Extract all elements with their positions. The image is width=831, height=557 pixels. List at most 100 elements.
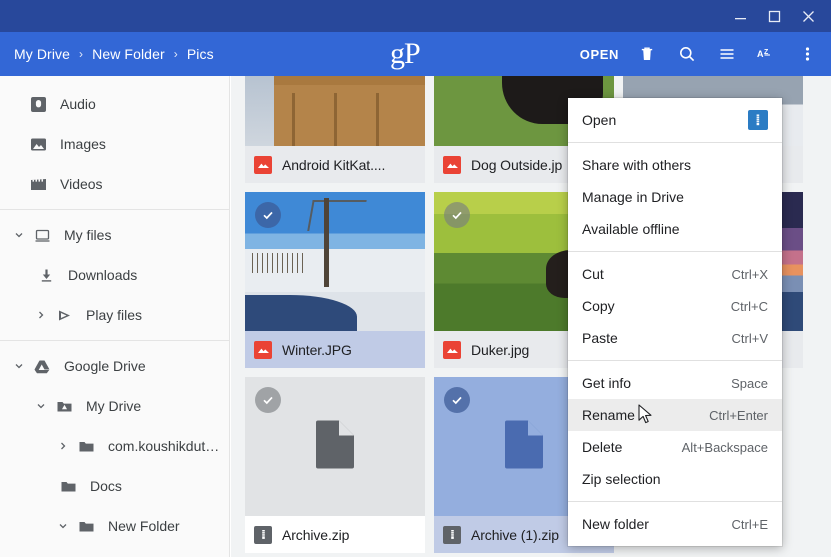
zip-icon	[748, 110, 768, 130]
sidebar-item-com-koushikdutt[interactable]: com.koushikdutt…	[0, 426, 229, 466]
menu-item-copy[interactable]: Copy Ctrl+C	[568, 290, 782, 322]
sidebar-item-downloads[interactable]: Downloads	[0, 255, 229, 295]
sidebar-item-my-drive[interactable]: My Drive	[0, 386, 229, 426]
trash-icon[interactable]	[627, 32, 667, 76]
file-name: Dog Outside.jp	[471, 156, 563, 173]
selection-check-icon[interactable]	[444, 387, 470, 413]
file-name: Duker.jpg	[471, 341, 530, 358]
menu-item-shortcut: Ctrl+V	[731, 330, 768, 346]
sidebar-item-label: Audio	[60, 96, 96, 112]
file-label: Winter.JPG	[245, 331, 425, 368]
file-card[interactable]: Winter.JPG	[245, 192, 425, 368]
play-icon	[52, 308, 76, 323]
breadcrumb: My Drive › New Folder › Pics	[0, 46, 214, 62]
menu-item-rename[interactable]: Rename Ctrl+Enter	[568, 399, 782, 431]
menu-item-label: Delete	[582, 439, 623, 455]
file-thumbnail[interactable]	[245, 377, 425, 516]
file-name: Archive (1).zip	[471, 526, 559, 543]
sidebar-item-label: My files	[64, 227, 112, 243]
menu-item-label: Available offline	[582, 221, 680, 237]
sidebar-item-label: New Folder	[108, 518, 180, 534]
maximize-icon[interactable]	[757, 0, 791, 32]
chevron-down-icon[interactable]	[52, 521, 74, 531]
menu-item-shortcut: Space	[731, 375, 768, 391]
sidebar-divider	[0, 340, 229, 341]
sidebar-item-label: My Drive	[86, 398, 142, 414]
file-card[interactable]: Android KitKat....	[245, 76, 425, 183]
sidebar-item-play-files[interactable]: Play files	[0, 295, 229, 335]
download-icon	[34, 268, 58, 283]
file-label: Archive.zip	[245, 516, 425, 553]
menu-item-open[interactable]: Open	[568, 104, 782, 136]
sidebar-item-pics[interactable]: Pics	[0, 546, 229, 557]
menu-item-shortcut: Ctrl+Enter	[709, 407, 768, 423]
menu-item-label: Zip selection	[582, 471, 661, 487]
menu-item-label: Get info	[582, 375, 632, 391]
sidebar-item-google-drive[interactable]: Google Drive	[0, 346, 229, 386]
sidebar-item-label: com.koushikdutt…	[108, 438, 220, 454]
menu-item-get-info[interactable]: Get info Space	[568, 367, 782, 399]
header-toolbar: OPEN A Z	[572, 32, 827, 76]
menu-item-shortcut: Ctrl+E	[731, 516, 768, 532]
list-view-icon[interactable]	[707, 32, 747, 76]
image-icon	[26, 137, 50, 152]
chevron-down-icon[interactable]	[8, 361, 30, 371]
folder-icon	[74, 519, 98, 534]
sidebar-item-my-files[interactable]: My files	[0, 215, 229, 255]
file-name: Winter.JPG	[282, 341, 352, 358]
menu-divider	[568, 142, 782, 143]
menu-item-label: Paste	[582, 330, 618, 346]
menu-item-label: Rename	[582, 407, 635, 423]
selection-check-icon[interactable]	[444, 202, 470, 228]
chevron-down-icon[interactable]	[8, 230, 30, 240]
open-button[interactable]: OPEN	[572, 32, 627, 76]
search-icon[interactable]	[667, 32, 707, 76]
menu-item-delete[interactable]: Delete Alt+Backspace	[568, 431, 782, 463]
menu-item-label: Share with others	[582, 157, 691, 173]
sidebar-item-images[interactable]: Images	[0, 124, 229, 164]
image-file-icon	[443, 340, 461, 359]
app-header: My Drive › New Folder › Pics gP OPEN A Z	[0, 32, 831, 76]
sidebar-item-new-folder[interactable]: New Folder	[0, 506, 229, 546]
image-file-icon	[254, 155, 272, 174]
file-thumbnail[interactable]	[245, 76, 425, 146]
menu-item-label: Open	[582, 112, 617, 128]
sidebar: Audio Images Videos My files Downloads P…	[0, 76, 230, 557]
file-card[interactable]: Archive.zip	[245, 377, 425, 553]
close-icon[interactable]	[791, 0, 825, 32]
selection-check-icon[interactable]	[255, 202, 281, 228]
chevron-down-icon[interactable]	[30, 401, 52, 411]
menu-item-label: Cut	[582, 266, 604, 282]
menu-item-shortcut: Alt+Backspace	[681, 439, 768, 455]
menu-item-paste[interactable]: Paste Ctrl+V	[568, 322, 782, 354]
menu-item-shortcut: Ctrl+C	[730, 298, 768, 314]
folder-icon	[56, 479, 80, 494]
menu-item-manage-in-drive[interactable]: Manage in Drive	[568, 181, 782, 213]
menu-item-available-offline[interactable]: Available offline	[568, 213, 782, 245]
breadcrumb-item-2[interactable]: Pics	[187, 46, 214, 62]
breadcrumb-item-0[interactable]: My Drive	[14, 46, 70, 62]
vertical-dots-icon[interactable]	[787, 32, 827, 76]
sort-az-icon[interactable]: A Z	[747, 32, 787, 76]
generic-document-icon	[505, 420, 543, 473]
sidebar-item-label: Downloads	[68, 267, 138, 283]
minimize-icon[interactable]	[723, 0, 757, 32]
menu-item-new-folder[interactable]: New folder Ctrl+E	[568, 508, 782, 540]
breadcrumb-item-1[interactable]: New Folder	[92, 46, 165, 62]
sidebar-item-videos[interactable]: Videos	[0, 164, 229, 204]
sidebar-item-docs[interactable]: Docs	[0, 466, 229, 506]
menu-item-cut[interactable]: Cut Ctrl+X	[568, 258, 782, 290]
menu-item-zip-selection[interactable]: Zip selection	[568, 463, 782, 495]
menu-divider	[568, 501, 782, 502]
menu-divider	[568, 251, 782, 252]
file-label: Android KitKat....	[245, 146, 425, 183]
chevron-right-icon[interactable]	[52, 441, 74, 451]
menu-item-share-with-others[interactable]: Share with others	[568, 149, 782, 181]
chevron-right-icon[interactable]	[30, 310, 52, 320]
sidebar-item-audio[interactable]: Audio	[0, 84, 229, 124]
file-thumbnail[interactable]	[245, 192, 425, 331]
sidebar-item-label: Videos	[60, 176, 103, 192]
selection-check-icon[interactable]	[255, 387, 281, 413]
menu-item-label: Copy	[582, 298, 615, 314]
breadcrumb-separator-icon: ›	[173, 47, 178, 61]
